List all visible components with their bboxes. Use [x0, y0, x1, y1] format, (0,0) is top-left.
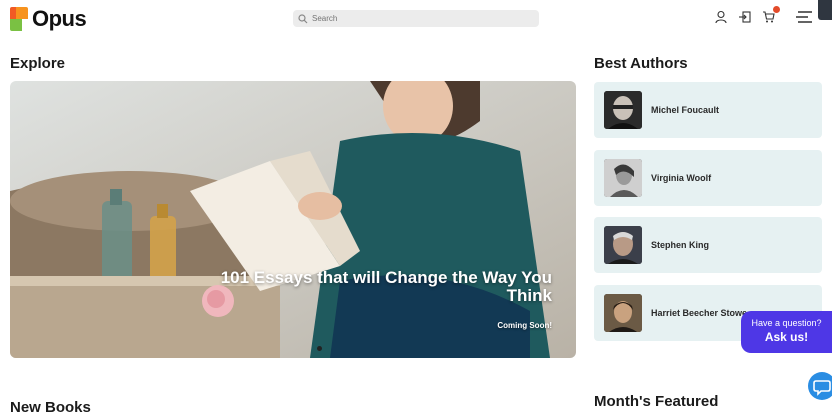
menu-icon[interactable]: [796, 10, 812, 24]
logo-mark: [10, 7, 28, 31]
author-name: Virginia Woolf: [651, 173, 712, 183]
author-name: Michel Foucault: [651, 105, 720, 115]
author-card[interactable]: Stephen King: [594, 217, 822, 273]
author-name: Stephen King: [651, 240, 709, 250]
author-card[interactable]: Virginia Woolf: [594, 150, 822, 206]
best-authors-title: Best Authors: [594, 55, 688, 72]
author-name: Harriet Beecher Stowe: [651, 308, 748, 318]
slider-dot[interactable]: [317, 346, 322, 351]
avatar: [604, 294, 642, 332]
login-icon[interactable]: [738, 10, 752, 24]
cart-badge: [773, 6, 780, 13]
chat-question: Have a question?: [751, 318, 822, 328]
user-icon[interactable]: [714, 10, 728, 24]
new-books-title: New Books: [10, 399, 91, 416]
chat-icon: [813, 380, 831, 396]
hero-slider[interactable]: 101 Essays that will Change the Way You …: [10, 81, 576, 358]
hero-image: [10, 81, 576, 358]
avatar: [604, 91, 642, 129]
brand-name: Opus: [32, 6, 87, 31]
chat-button[interactable]: [808, 372, 832, 400]
author-card[interactable]: Michel Foucault: [594, 82, 822, 138]
chat-prompt[interactable]: Have a question? Ask us!: [741, 311, 832, 353]
top-tab[interactable]: [818, 0, 832, 20]
hero-subtitle: Coming Soon!: [497, 321, 552, 330]
hero-title: 101 Essays that will Change the Way You …: [220, 268, 552, 305]
avatar: [604, 159, 642, 197]
avatar: [604, 226, 642, 264]
chat-action: Ask us!: [764, 330, 809, 344]
explore-title: Explore: [10, 55, 66, 72]
months-featured-title: Month's Featured: [594, 393, 719, 410]
logo[interactable]: Opus: [10, 6, 87, 32]
cart-button[interactable]: [762, 6, 780, 24]
search-bar[interactable]: [293, 10, 539, 27]
header-actions: [704, 6, 812, 24]
search-icon: [298, 13, 308, 23]
search-input[interactable]: [312, 14, 512, 23]
